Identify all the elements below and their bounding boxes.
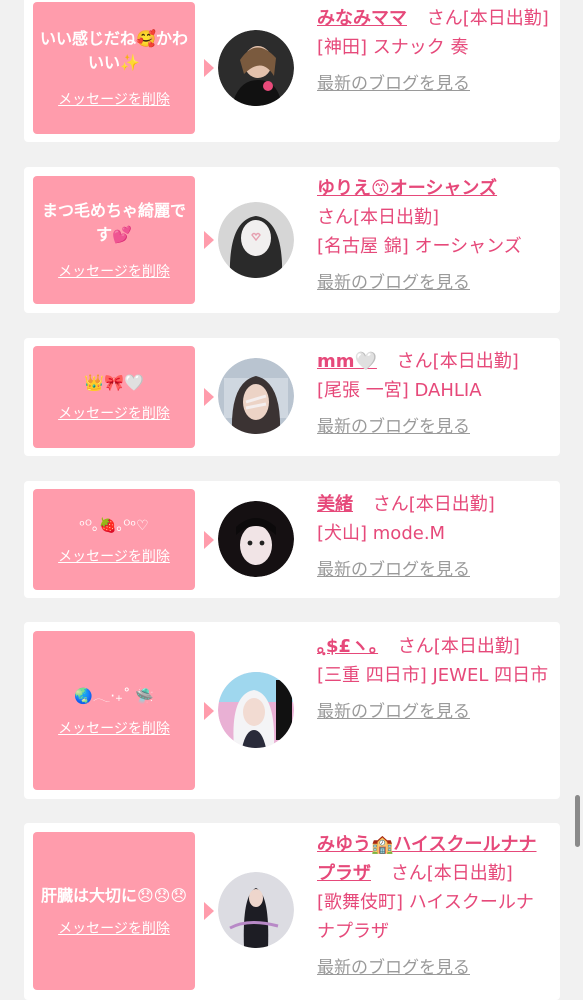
- avatar-photo: [218, 672, 294, 748]
- message-bubble: まつ毛めちゃ綺麗です💕 メッセージを削除: [33, 176, 214, 304]
- user-name-link[interactable]: みなみママ: [317, 8, 407, 29]
- user-info: ゆりえ😙オーシャンズ さん[本日出勤] [名古屋 錦] オーシャンズ 最新のブロ…: [317, 174, 549, 298]
- message-bubble: 🌏𓂃‧₊˚ 🛸 メッセージを削除: [33, 631, 214, 790]
- avatar[interactable]: [218, 872, 294, 948]
- message-text: ᵒᴼ｡🍓｡ᴼᵒ♡: [79, 517, 149, 534]
- status-suffix: さん[本日出勤]: [390, 863, 513, 884]
- message-text: いい感じだね🥰かわいい✨: [40, 29, 188, 72]
- delete-message-link[interactable]: メッセージを削除: [58, 546, 170, 566]
- list-item: 👑🎀🤍 メッセージを削除 mm🤍 さん[本日出勤] [尾張 一宮] DAHLIA…: [24, 338, 560, 456]
- user-name-link[interactable]: ｡ฺ$£ヽ｡: [317, 636, 378, 657]
- user-name-link[interactable]: 美緒: [317, 494, 353, 515]
- list-item: ᵒᴼ｡🍓｡ᴼᵒ♡ メッセージを削除 美緒 さん[本日出勤] [犬山] mode.…: [24, 481, 560, 598]
- bubble-tail: [204, 701, 214, 720]
- user-info: ｡ฺ$£ヽ｡ さん[本日出勤] [三重 四日市] JEWEL 四日市 最新のブロ…: [317, 632, 549, 727]
- user-name-link[interactable]: mm🤍: [317, 351, 377, 372]
- list-item: まつ毛めちゃ綺麗です💕 メッセージを削除 ゆりえ😙オーシャンズ さん[本日出勤]…: [24, 167, 560, 313]
- shop-location: [三重 四日市] JEWEL 四日市: [317, 665, 549, 686]
- user-info: みゆう🏫ハイスクールナナプラザ さん[本日出勤] [歌舞伎町] ハイスクールナナ…: [317, 830, 549, 983]
- avatar-photo: [218, 30, 294, 106]
- shop-location: [尾張 一宮] DAHLIA: [317, 380, 482, 401]
- latest-blog-link[interactable]: 最新のブログを見る: [317, 556, 470, 585]
- avatar-photo: [218, 358, 294, 434]
- message-bubble: いい感じだね🥰かわいい✨ メッセージを削除: [33, 2, 214, 134]
- list-item: 肝臓は大切に😞😞😞 メッセージを削除 みゆう🏫ハイスクールナナプラザ さん[本日…: [24, 823, 560, 1000]
- avatar-photo: [218, 501, 294, 577]
- delete-message-link[interactable]: メッセージを削除: [58, 918, 170, 938]
- user-info: みなみママ さん[本日出勤] [神田] スナック 奏 最新のブログを見る: [317, 4, 549, 99]
- latest-blog-link[interactable]: 最新のブログを見る: [317, 413, 470, 442]
- status-suffix: さん[本日出勤]: [317, 207, 440, 228]
- message-text: 肝臓は大切に😞😞😞: [40, 886, 188, 905]
- status-suffix: さん[本日出勤]: [426, 8, 549, 29]
- shop-location: [名古屋 錦] オーシャンズ: [317, 236, 522, 257]
- delete-message-link[interactable]: メッセージを削除: [58, 403, 170, 423]
- avatar-photo: [218, 202, 294, 278]
- avatar[interactable]: [218, 501, 294, 577]
- message-bubble: 肝臓は大切に😞😞😞 メッセージを削除: [33, 832, 214, 990]
- message-bubble: 👑🎀🤍 メッセージを削除: [33, 346, 214, 448]
- latest-blog-link[interactable]: 最新のブログを見る: [317, 269, 470, 298]
- delete-message-link[interactable]: メッセージを削除: [58, 718, 170, 738]
- list-item: いい感じだね🥰かわいい✨ メッセージを削除 みなみママ さん[本日出勤] [神田…: [24, 0, 560, 142]
- shop-location: [歌舞伎町] ハイスクールナナプラザ: [317, 892, 534, 942]
- message-text: まつ毛めちゃ綺麗です💕: [41, 201, 186, 244]
- bubble-tail: [204, 59, 214, 77]
- user-info: 美緒 さん[本日出勤] [犬山] mode.M 最新のブログを見る: [317, 490, 549, 585]
- delete-message-link[interactable]: メッセージを削除: [58, 89, 170, 109]
- user-name-link[interactable]: ゆりえ😙オーシャンズ: [317, 178, 497, 199]
- list-item: 🌏𓂃‧₊˚ 🛸 メッセージを削除 ｡ฺ$£ヽ｡ さん[本日出勤] [三重 四日市…: [24, 622, 560, 799]
- status-suffix: さん[本日出勤]: [397, 636, 520, 657]
- bubble-tail: [204, 231, 214, 249]
- shop-location: [神田] スナック 奏: [317, 37, 469, 58]
- user-info: mm🤍 さん[本日出勤] [尾張 一宮] DAHLIA 最新のブログを見る: [317, 347, 549, 442]
- latest-blog-link[interactable]: 最新のブログを見る: [317, 70, 470, 99]
- message-text: 🌏𓂃‧₊˚ 🛸: [74, 686, 154, 705]
- latest-blog-link[interactable]: 最新のブログを見る: [317, 954, 470, 983]
- bubble-tail: [204, 388, 214, 406]
- avatar[interactable]: [218, 30, 294, 106]
- avatar[interactable]: [218, 202, 294, 278]
- avatar-photo: [218, 872, 294, 948]
- latest-blog-link[interactable]: 最新のブログを見る: [317, 698, 470, 727]
- bubble-tail: [204, 530, 214, 549]
- message-bubble: ᵒᴼ｡🍓｡ᴼᵒ♡ メッセージを削除: [33, 489, 214, 590]
- avatar[interactable]: [218, 672, 294, 748]
- delete-message-link[interactable]: メッセージを削除: [58, 261, 170, 281]
- bubble-tail: [204, 902, 214, 920]
- avatar[interactable]: [218, 358, 294, 434]
- scrollbar[interactable]: [575, 795, 580, 847]
- shop-location: [犬山] mode.M: [317, 523, 446, 544]
- message-text: 👑🎀🤍: [84, 373, 144, 392]
- status-suffix: さん[本日出勤]: [372, 494, 495, 515]
- status-suffix: さん[本日出勤]: [396, 351, 519, 372]
